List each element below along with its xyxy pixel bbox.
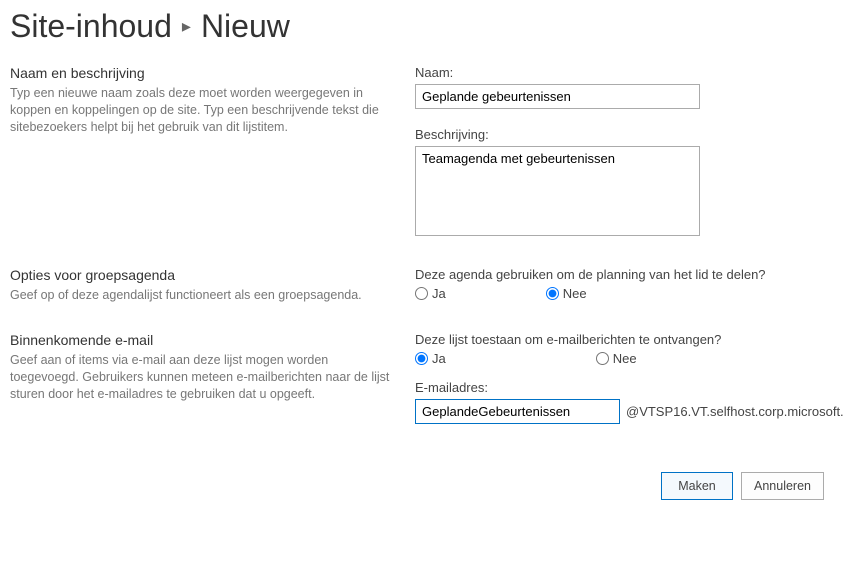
email-address-input[interactable] [415, 399, 620, 424]
email-question: Deze lijst toestaan om e-mailberichten t… [415, 332, 844, 347]
group-radio-yes-label: Ja [432, 286, 446, 301]
breadcrumb-parent[interactable]: Site-inhoud [10, 8, 172, 45]
breadcrumb: Site-inhoud ▸ Nieuw [10, 8, 834, 45]
section-desc-email: Geef aan of items via e-mail aan deze li… [10, 352, 395, 403]
page-header: Site-inhoud ▸ Nieuw [0, 0, 844, 65]
description-textarea[interactable] [415, 146, 700, 236]
email-address-suffix: @VTSP16.VT.selfhost.corp.microsoft.com [626, 404, 844, 419]
section-group-agenda: Opties voor groepsagenda Geef op of deze… [10, 267, 834, 304]
section-name-description: Naam en beschrijving Typ een nieuwe naam… [10, 65, 834, 239]
group-radio-no-label: Nee [563, 286, 587, 301]
name-input[interactable] [415, 84, 700, 109]
email-radio-no[interactable]: Nee [596, 351, 637, 366]
email-radio-yes-label: Ja [432, 351, 446, 366]
form-area: Naam en beschrijving Typ een nieuwe naam… [0, 65, 844, 472]
group-radio-yes[interactable]: Ja [415, 286, 446, 301]
description-label: Beschrijving: [415, 127, 824, 142]
cancel-button[interactable]: Annuleren [741, 472, 824, 500]
email-radio-no-input[interactable] [596, 352, 609, 365]
button-row: Maken Annuleren [0, 472, 844, 520]
group-radio-no-input[interactable] [546, 287, 559, 300]
chevron-right-icon: ▸ [182, 16, 191, 37]
group-radio-yes-input[interactable] [415, 287, 428, 300]
email-radio-yes-input[interactable] [415, 352, 428, 365]
email-radio-no-label: Nee [613, 351, 637, 366]
section-desc-name: Typ een nieuwe naam zoals deze moet word… [10, 85, 395, 136]
section-incoming-email: Binnenkomende e-mail Geef aan of items v… [10, 332, 834, 424]
create-button[interactable]: Maken [661, 472, 733, 500]
email-radio-yes[interactable]: Ja [415, 351, 446, 366]
section-title-group: Opties voor groepsagenda [10, 267, 395, 283]
section-desc-group: Geef op of deze agendalijst functioneert… [10, 287, 395, 304]
email-address-label: E-mailadres: [415, 380, 844, 395]
name-label: Naam: [415, 65, 824, 80]
group-question: Deze agenda gebruiken om de planning van… [415, 267, 824, 282]
section-title-email: Binnenkomende e-mail [10, 332, 395, 348]
breadcrumb-current: Nieuw [201, 8, 290, 45]
section-title-name: Naam en beschrijving [10, 65, 395, 81]
group-radio-no[interactable]: Nee [546, 286, 587, 301]
